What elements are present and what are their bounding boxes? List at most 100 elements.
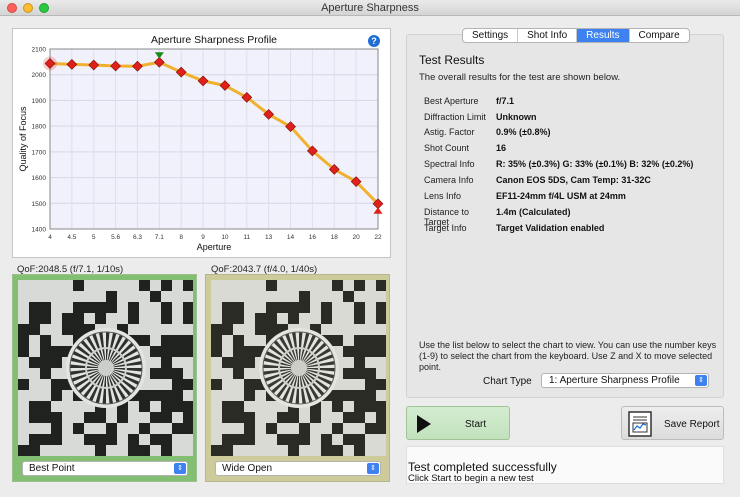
play-icon <box>417 415 431 433</box>
target-block <box>343 368 354 379</box>
status-hint: Click Start to begin a new test <box>408 473 534 484</box>
target-block <box>51 379 62 390</box>
report-icon <box>628 411 652 437</box>
target-pattern <box>211 280 386 456</box>
target-block <box>321 313 332 324</box>
tab-shot-info[interactable]: Shot Info <box>518 29 578 42</box>
window-title: Aperture Sharpness <box>321 2 419 14</box>
y-tick-label: 1400 <box>32 227 47 234</box>
y-tick-label: 1700 <box>32 149 47 156</box>
y-tick-label: 1500 <box>32 201 47 208</box>
target-block <box>222 324 233 335</box>
target-block <box>376 423 386 434</box>
left-image-select[interactable]: Best Point ⇕ <box>22 461 188 476</box>
target-block <box>266 313 277 324</box>
target-block <box>84 434 95 445</box>
target-block <box>139 390 150 401</box>
target-block <box>233 302 244 313</box>
target-block <box>18 335 29 346</box>
help-icon[interactable]: ? <box>368 35 380 47</box>
target-block <box>222 445 233 456</box>
result-row-spectral-info: Spectral Info R: 35% (±0.3%) G: 33% (±0.1… <box>424 159 693 169</box>
target-block <box>51 390 62 401</box>
target-block <box>29 412 40 423</box>
target-block <box>332 445 343 456</box>
target-block <box>233 346 244 357</box>
wide-open-image-panel: Wide Open ⇕ <box>205 274 390 482</box>
target-block <box>354 401 365 412</box>
target-block <box>354 357 365 368</box>
target-block <box>161 368 172 379</box>
y-tick-label: 1600 <box>32 175 47 182</box>
target-block <box>244 434 255 445</box>
target-block <box>343 390 354 401</box>
popup-arrow-icon: ⇕ <box>174 463 186 474</box>
target-block <box>161 390 172 401</box>
sharpness-chart[interactable]: 1400 1500 1600 1700 1800 1900 2000 2100 4 4.5 5 5.6… <box>12 28 391 258</box>
tab-compare[interactable]: Compare <box>630 29 689 42</box>
target-block <box>161 357 172 368</box>
target-block <box>299 423 310 434</box>
title-bar: Aperture Sharpness <box>0 0 740 16</box>
target-block <box>128 313 139 324</box>
result-value: 0.9% (±0.8%) <box>496 127 551 137</box>
result-key: Astig. Factor <box>424 127 475 137</box>
result-value: Unknown <box>496 112 537 122</box>
target-block <box>51 346 62 357</box>
target-block <box>183 412 193 423</box>
siemens-star-center <box>98 360 114 376</box>
target-block <box>73 280 84 291</box>
results-heading: Test Results <box>419 53 485 67</box>
x-tick-label: 11 <box>243 234 250 241</box>
target-block <box>233 401 244 412</box>
target-block <box>18 346 29 357</box>
target-block <box>183 302 193 313</box>
chart-title: Aperture Sharpness Profile <box>151 34 277 46</box>
save-report-button[interactable]: Save Report <box>621 406 724 440</box>
target-block <box>233 368 244 379</box>
chart-type-select[interactable]: 1: Aperture Sharpness Profile ⇕ <box>541 373 709 388</box>
x-tick-label: 22 <box>374 234 382 241</box>
target-block <box>222 302 233 313</box>
left-image-select-value: Best Point <box>29 463 75 474</box>
result-key: Target Info <box>424 223 467 233</box>
target-block <box>332 335 343 346</box>
tab-results[interactable]: Results <box>577 29 630 42</box>
plot-area <box>50 49 378 229</box>
target-block <box>222 412 233 423</box>
x-tick-label: 14 <box>287 234 295 241</box>
target-block <box>211 335 222 346</box>
target-block <box>40 401 51 412</box>
target-block <box>172 390 183 401</box>
target-block <box>51 357 62 368</box>
target-block <box>95 445 106 456</box>
target-block <box>233 434 244 445</box>
target-block <box>376 412 386 423</box>
y-tick-label: 2100 <box>32 47 47 54</box>
result-key: Shot Count <box>424 143 470 153</box>
target-block <box>29 434 40 445</box>
target-block <box>266 280 277 291</box>
target-block <box>222 313 233 324</box>
y-tick-label: 2000 <box>32 72 47 79</box>
target-block <box>73 423 84 434</box>
target-block <box>365 423 376 434</box>
target-block <box>106 423 117 434</box>
target-block <box>266 302 277 313</box>
target-block <box>172 346 183 357</box>
x-tick-label: 8 <box>179 234 183 241</box>
target-block <box>222 357 233 368</box>
chart-type-label: Chart Type <box>483 376 532 387</box>
target-block <box>161 313 172 324</box>
x-tick-label: 16 <box>309 234 317 241</box>
target-block <box>321 302 332 313</box>
target-block <box>299 434 310 445</box>
target-block <box>376 401 386 412</box>
target-block <box>244 379 255 390</box>
best-point-target-image <box>18 280 193 456</box>
tab-settings[interactable]: Settings <box>463 29 519 42</box>
x-tick-label: 18 <box>331 234 339 241</box>
right-image-select[interactable]: Wide Open ⇕ <box>215 461 381 476</box>
target-block <box>29 313 40 324</box>
start-button[interactable]: Start <box>406 406 510 440</box>
